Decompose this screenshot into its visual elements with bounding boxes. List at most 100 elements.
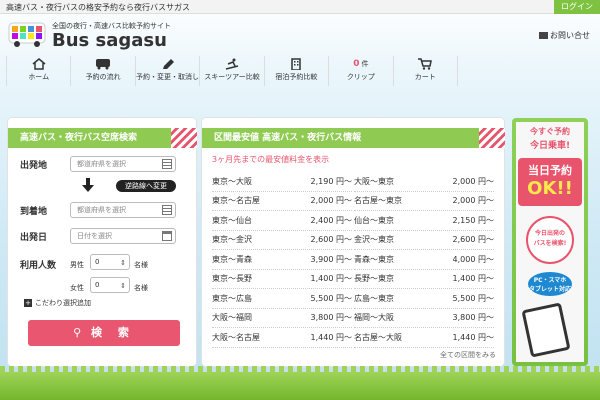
search-button[interactable]: ⚲ 検 索 [28, 320, 180, 346]
home-icon [32, 58, 46, 70]
price-row[interactable]: 名古屋〜大阪 1,440 円〜 [354, 328, 494, 348]
route-name: 仙台〜東京 [354, 215, 394, 225]
date-label: 出発日 [20, 233, 48, 243]
building-icon [291, 58, 302, 70]
route-price: 2,600 円〜 [310, 235, 352, 245]
price-row[interactable]: 東京〜長野 1,400 円〜 [212, 270, 352, 289]
price-row[interactable]: 東京〜名古屋 2,000 円〜 [212, 192, 352, 211]
route-price: 2,400 円〜 [310, 215, 352, 225]
price-row[interactable]: 広島〜東京 5,500 円〜 [354, 289, 494, 309]
logo-name: Bus sagasu [52, 30, 167, 51]
nav-item-ski[interactable]: スキーツアー比較 [200, 56, 265, 86]
price-list-left: 東京〜大阪 2,190 円〜東京〜名古屋 2,000 円〜東京〜仙台 2,400 円〜… [212, 172, 352, 348]
date-field[interactable]: 日付を選択 [70, 228, 176, 244]
price-row[interactable]: 東京〜仙台 2,400 円〜 [212, 211, 352, 231]
people-label: 利用人数 [20, 261, 57, 271]
site-logo[interactable]: 全国の夜行・高速バス比較予約サイト Bus sagasu [8, 18, 228, 56]
advanced-label: こだわり選択追加 [35, 299, 91, 307]
male-count: 0 [95, 258, 100, 266]
nav-item-flow[interactable]: 予約の流れ [71, 56, 136, 86]
price-row[interactable]: 大阪〜名古屋 1,440 円〜 [212, 328, 352, 348]
nav-item-home[interactable]: ホーム [7, 56, 72, 86]
route-name: 広島〜東京 [354, 293, 394, 303]
contact-link[interactable]: お問い合せ [539, 30, 590, 41]
route-name: 名古屋〜大阪 [354, 332, 402, 342]
price-row[interactable]: 名古屋〜東京 2,000 円〜 [354, 192, 494, 211]
nav-item-cart[interactable]: カート [394, 56, 458, 86]
top-bar: 高速バス・夜行バスの格安予約なら夜行バスサガス ログイン [0, 0, 600, 14]
banner-line2: 今日乗車! [529, 141, 571, 151]
route-name: 名古屋〜東京 [354, 196, 402, 206]
login-button[interactable]: ログイン [554, 0, 600, 14]
site-tagline: 高速バス・夜行バスの格安予約なら夜行バスサガス [6, 3, 190, 12]
price-list-right: 大阪〜東京 2,000 円〜 名古屋〜東京 2,000 円〜 仙台〜東京 2,150 円〜… [354, 172, 494, 348]
departure-placeholder: 都道府県を選択 [77, 160, 126, 168]
male-label: 男性 [70, 261, 84, 269]
nav-label: カート [414, 73, 436, 81]
cart-icon [418, 58, 433, 70]
banner-pc2: タブレット対応 [528, 286, 571, 293]
route-name: 大阪〜名古屋 [212, 332, 260, 342]
main-nav: ホーム 予約の流れ 予約・変更・取消し スキーツアー比較 宿泊予約比較 0件 ク… [6, 56, 458, 86]
arrival-label: 到着地 [20, 207, 48, 217]
grass-decoration [0, 366, 600, 400]
arrow-down-icon [82, 178, 94, 192]
contact-label: お問い合せ [550, 31, 590, 40]
price-row[interactable]: 東京〜金沢 2,600 円〜 [212, 231, 352, 250]
list-icon [162, 159, 172, 169]
route-name: 大阪〜福岡 [212, 313, 252, 323]
pen-icon [162, 59, 174, 69]
route-name: 東京〜長野 [212, 274, 252, 284]
female-count: 0 [95, 281, 100, 289]
price-row[interactable]: 大阪〜東京 2,000 円〜 [354, 172, 494, 192]
nav-label: クリップ [346, 73, 375, 81]
search-icon: ⚲ [73, 326, 82, 339]
route-name: 長野〜東京 [354, 274, 394, 284]
nav-label: 予約の流れ [85, 73, 121, 81]
route-price: 2,000 円〜 [310, 196, 352, 206]
banner-big1: 当日予約 [528, 164, 572, 177]
route-name: 大阪〜東京 [354, 176, 394, 186]
price-row[interactable]: 東京〜大阪 2,190 円〜 [212, 172, 352, 192]
route-price: 1,440 円〜 [452, 332, 494, 342]
arrival-placeholder: 都道府県を選択 [77, 206, 126, 214]
route-price: 5,500 円〜 [310, 293, 352, 303]
clip-count: 0 [353, 59, 360, 69]
route-name: 金沢〜東京 [354, 235, 394, 245]
departure-label: 出発地 [20, 161, 48, 171]
price-row[interactable]: 青森〜東京 4,000 円〜 [354, 250, 494, 270]
nav-item-reservation[interactable]: 予約・変更・取消し [136, 56, 201, 86]
nav-item-hotel[interactable]: 宿泊予約比較 [265, 56, 330, 86]
price-panel: 区間最安値 高速バス・夜行バス情報 3ヶ月先までの最安値料金を表示 東京〜大阪 2… [202, 118, 505, 366]
route-name: 東京〜名古屋 [212, 196, 260, 206]
route-name: 福岡〜大阪 [354, 313, 394, 323]
same-day-banner[interactable]: 今すぐ予約 今日乗車! 当日予約 OK!! 今日出発の バスを検索! PC・スマ… [512, 118, 588, 366]
arrival-field[interactable]: 都道府県を選択 [70, 202, 176, 218]
price-row[interactable]: 仙台〜東京 2,150 円〜 [354, 211, 494, 231]
search-title: 高速バス・夜行バス空席検索 [8, 128, 197, 148]
banner-pc1: PC・スマホ [533, 277, 567, 284]
stepper-icon: ⇕ [120, 259, 126, 267]
price-row[interactable]: 東京〜広島 5,500 円〜 [212, 289, 352, 309]
route-price: 2,600 円〜 [452, 235, 494, 245]
price-row[interactable]: 福岡〜大阪 3,800 円〜 [354, 309, 494, 328]
price-row[interactable]: 金沢〜東京 2,600 円〜 [354, 231, 494, 250]
price-row[interactable]: 長野〜東京 1,400 円〜 [354, 270, 494, 289]
male-count-select[interactable]: 0 ⇕ [90, 254, 130, 270]
female-count-select[interactable]: 0 ⇕ [90, 277, 130, 293]
route-price: 1,400 円〜 [310, 274, 352, 284]
nav-label: 宿泊予約比較 [275, 73, 318, 81]
price-row[interactable]: 東京〜青森 3,900 円〜 [212, 250, 352, 270]
nav-item-clip[interactable]: 0件 クリップ [329, 56, 394, 86]
route-name: 東京〜広島 [212, 293, 252, 303]
departure-field[interactable]: 都道府県を選択 [70, 156, 176, 172]
route-price: 3,800 円〜 [452, 313, 494, 323]
nav-label: スキーツアー比較 [204, 73, 260, 81]
price-row[interactable]: 大阪〜福岡 3,800 円〜 [212, 309, 352, 328]
reverse-route-button[interactable]: 逆路線へ変更 [116, 180, 176, 192]
route-name: 東京〜仙台 [212, 215, 252, 225]
advanced-options-link[interactable]: + こだわり選択追加 [24, 298, 91, 308]
route-name: 東京〜青森 [212, 254, 252, 264]
banner-line1: 今すぐ予約 [530, 127, 570, 136]
all-routes-link[interactable]: 全ての区間をみる [440, 350, 496, 360]
